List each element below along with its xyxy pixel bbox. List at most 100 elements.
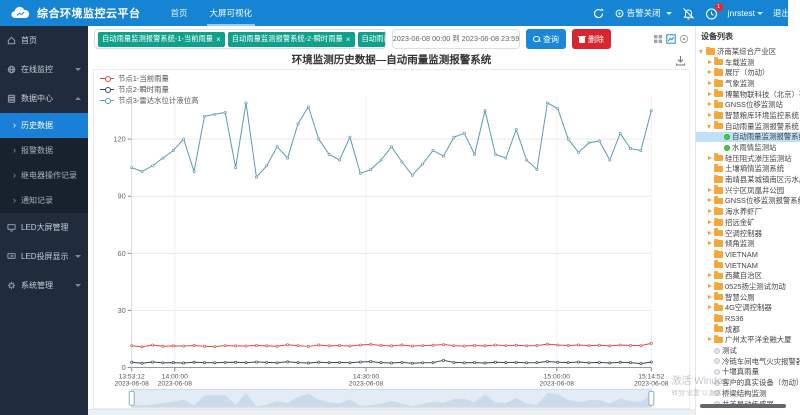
device-tree-item[interactable]: 自动雨量监测报警系统	[696, 132, 800, 143]
series-select[interactable]: 自动雨量监测报警系统-1-当前雨量 × 自动雨量监测报警系统-2-瞬时雨量 × …	[94, 29, 386, 49]
device-tree-item[interactable]: 展厅（勿动）	[696, 67, 800, 78]
device-tree-item[interactable]: 4G空调控制器	[696, 303, 800, 314]
chart-view-icon[interactable]	[666, 34, 676, 44]
expand-arrow-icon[interactable]	[707, 368, 713, 376]
device-tree-item[interactable]: 南靖县某城镇南区污水厂	[696, 174, 800, 185]
expand-arrow-icon[interactable]	[707, 69, 713, 77]
legend-item[interactable]: 节点3-雷达水位计液位高	[100, 95, 198, 106]
expand-arrow-icon[interactable]	[707, 101, 713, 109]
device-tree-item[interactable]: VIETNAM	[696, 260, 800, 271]
tag-close-icon[interactable]: ×	[216, 35, 221, 44]
expand-arrow-icon[interactable]	[707, 272, 713, 280]
device-tree-item[interactable]: GNSS位移监测报警系统	[696, 196, 800, 207]
expand-arrow-icon[interactable]	[707, 79, 713, 87]
series-tag[interactable]: 自动雨量监测报警系统-1-当前雨量 ×	[98, 32, 225, 47]
sidebar-item-home[interactable]: 首页	[0, 26, 88, 55]
bell-mute-icon[interactable]	[682, 7, 695, 20]
expand-arrow-icon[interactable]	[707, 357, 713, 365]
device-tree-item[interactable]: 兴宁区凤凰井公园	[696, 185, 800, 196]
expand-arrow-icon[interactable]	[707, 347, 713, 355]
device-tree-item[interactable]: 土壤墒情监测系统	[696, 164, 800, 175]
device-tree-item[interactable]: 0525扬尘测试勿动	[696, 281, 800, 292]
device-tree-item[interactable]: 智慧粮库环境监控系统	[696, 110, 800, 121]
submenu-item[interactable]: › 报警数据	[0, 138, 88, 163]
series-tag[interactable]: 自动雨量监测报警系统-3-雷达水位计液位高 ×	[358, 32, 387, 47]
device-tree-item[interactable]: 冷链车间电气火灾报警器	[696, 356, 800, 367]
device-tree-item[interactable]: 招远金矿	[696, 217, 800, 228]
legend-item[interactable]: 节点1-当前雨量	[100, 73, 198, 84]
sidebar-item-led-screen[interactable]: LED大屏管理	[0, 213, 88, 242]
expand-arrow-icon[interactable]	[707, 218, 713, 226]
expand-arrow-icon[interactable]	[707, 176, 713, 184]
series-tag[interactable]: 自动雨量监测报警系统-2-瞬时雨量 ×	[228, 32, 355, 47]
date-range-input[interactable]: 2023-06-08 00:00 到 2023-06-08 23:59	[392, 29, 520, 49]
expand-arrow-icon[interactable]	[707, 293, 713, 301]
tag-close-icon[interactable]: ×	[346, 35, 351, 44]
expand-arrow-icon[interactable]	[707, 186, 713, 194]
device-tree-item[interactable]: 桥梁结构监测	[696, 388, 800, 399]
alarm-toggle[interactable]: 告警关闭	[615, 7, 672, 19]
query-button[interactable]: 查询	[526, 29, 566, 49]
expand-arrow-icon[interactable]	[717, 133, 723, 141]
delete-button[interactable]: 删除	[572, 29, 611, 49]
expand-arrow-icon[interactable]	[707, 111, 713, 119]
device-tree-item[interactable]: 自动雨量监测报警系统	[696, 121, 800, 132]
expand-arrow-icon[interactable]	[707, 336, 713, 344]
sidebar-item-online-monitor[interactable]: 在线监控	[0, 55, 88, 84]
expand-arrow-icon[interactable]	[707, 261, 713, 269]
sidebar-item-led-cast[interactable]: LED投屏显示	[0, 242, 88, 271]
table-view-icon[interactable]	[653, 34, 663, 44]
expand-arrow-icon[interactable]	[707, 165, 713, 173]
expand-arrow-icon[interactable]	[707, 240, 713, 248]
user-menu[interactable]: jnrstest	[728, 8, 763, 18]
device-tree-item[interactable]: 博鳌物联科技（北京）有	[696, 89, 800, 100]
device-tree-item[interactable]: 海水养虾厂	[696, 206, 800, 217]
settings-view-icon[interactable]	[679, 34, 689, 44]
nav-bigscreen[interactable]: 大屏可视化	[199, 0, 264, 26]
expand-arrow-icon[interactable]	[707, 90, 713, 98]
expand-arrow-icon[interactable]	[707, 282, 713, 290]
device-tree-item[interactable]: VIETNAM	[696, 249, 800, 260]
expand-arrow-icon[interactable]	[707, 379, 713, 387]
device-tree-item[interactable]: 广州太平洋金融大厦	[696, 335, 800, 346]
legend-item[interactable]: 节点2-瞬时雨量	[100, 84, 198, 95]
device-tree-item[interactable]: 倾角监测	[696, 238, 800, 249]
device-tree-item[interactable]: 十堰真雨量	[696, 367, 800, 378]
sidebar-item-system[interactable]: 系统管理	[0, 271, 88, 300]
expand-arrow-icon[interactable]	[707, 122, 713, 130]
expand-arrow-icon[interactable]	[707, 304, 713, 312]
submenu-item[interactable]: › 历史数据	[0, 113, 88, 138]
refresh-icon[interactable]	[592, 7, 605, 20]
device-tree-item[interactable]: RS36	[696, 313, 800, 324]
expand-arrow-icon[interactable]	[707, 154, 713, 162]
notice-clock[interactable]: 1	[705, 7, 718, 20]
expand-arrow-icon[interactable]	[707, 315, 713, 323]
expand-arrow-icon[interactable]	[699, 47, 705, 55]
sidebar-item-data-center[interactable]: 数据中心	[0, 84, 88, 113]
device-tree-item[interactable]: 硅压阻式渗压监测站	[696, 153, 800, 164]
expand-arrow-icon[interactable]	[707, 229, 713, 237]
device-tree-item[interactable]: 济南某综合产业区	[696, 46, 800, 57]
expand-arrow-icon[interactable]	[707, 389, 713, 397]
device-tree-item[interactable]: 水雨情监测站	[696, 142, 800, 153]
device-tree-item[interactable]: 客户的真实设备（勿动）	[696, 377, 800, 388]
device-tree-item[interactable]: 成都	[696, 324, 800, 335]
device-tree-item[interactable]: 西藏自治区	[696, 270, 800, 281]
device-tree-item[interactable]: 空调控制器	[696, 228, 800, 239]
submenu-item[interactable]: › 继电器操作记录	[0, 163, 88, 188]
submenu-item[interactable]: › 通知记录	[0, 188, 88, 213]
expand-arrow-icon[interactable]	[707, 58, 713, 66]
download-icon[interactable]	[675, 55, 686, 66]
expand-arrow-icon[interactable]	[707, 325, 713, 333]
device-tree-item[interactable]: 气象监测	[696, 78, 800, 89]
expand-arrow-icon[interactable]	[717, 144, 723, 152]
device-tree-item[interactable]: GNSS位移监测站	[696, 99, 800, 110]
expand-arrow-icon[interactable]	[707, 197, 713, 205]
expand-arrow-icon[interactable]	[707, 250, 713, 258]
device-tree-item[interactable]: 智慧公厕	[696, 292, 800, 303]
expand-arrow-icon[interactable]	[707, 208, 713, 216]
device-tree-item[interactable]: 车载监测	[696, 57, 800, 68]
nav-home[interactable]: 首页	[160, 0, 199, 26]
line-chart[interactable]: 030609012013:53:122023-06-0814:00:002023…	[94, 78, 689, 409]
device-tree-item[interactable]: 测试	[696, 345, 800, 356]
